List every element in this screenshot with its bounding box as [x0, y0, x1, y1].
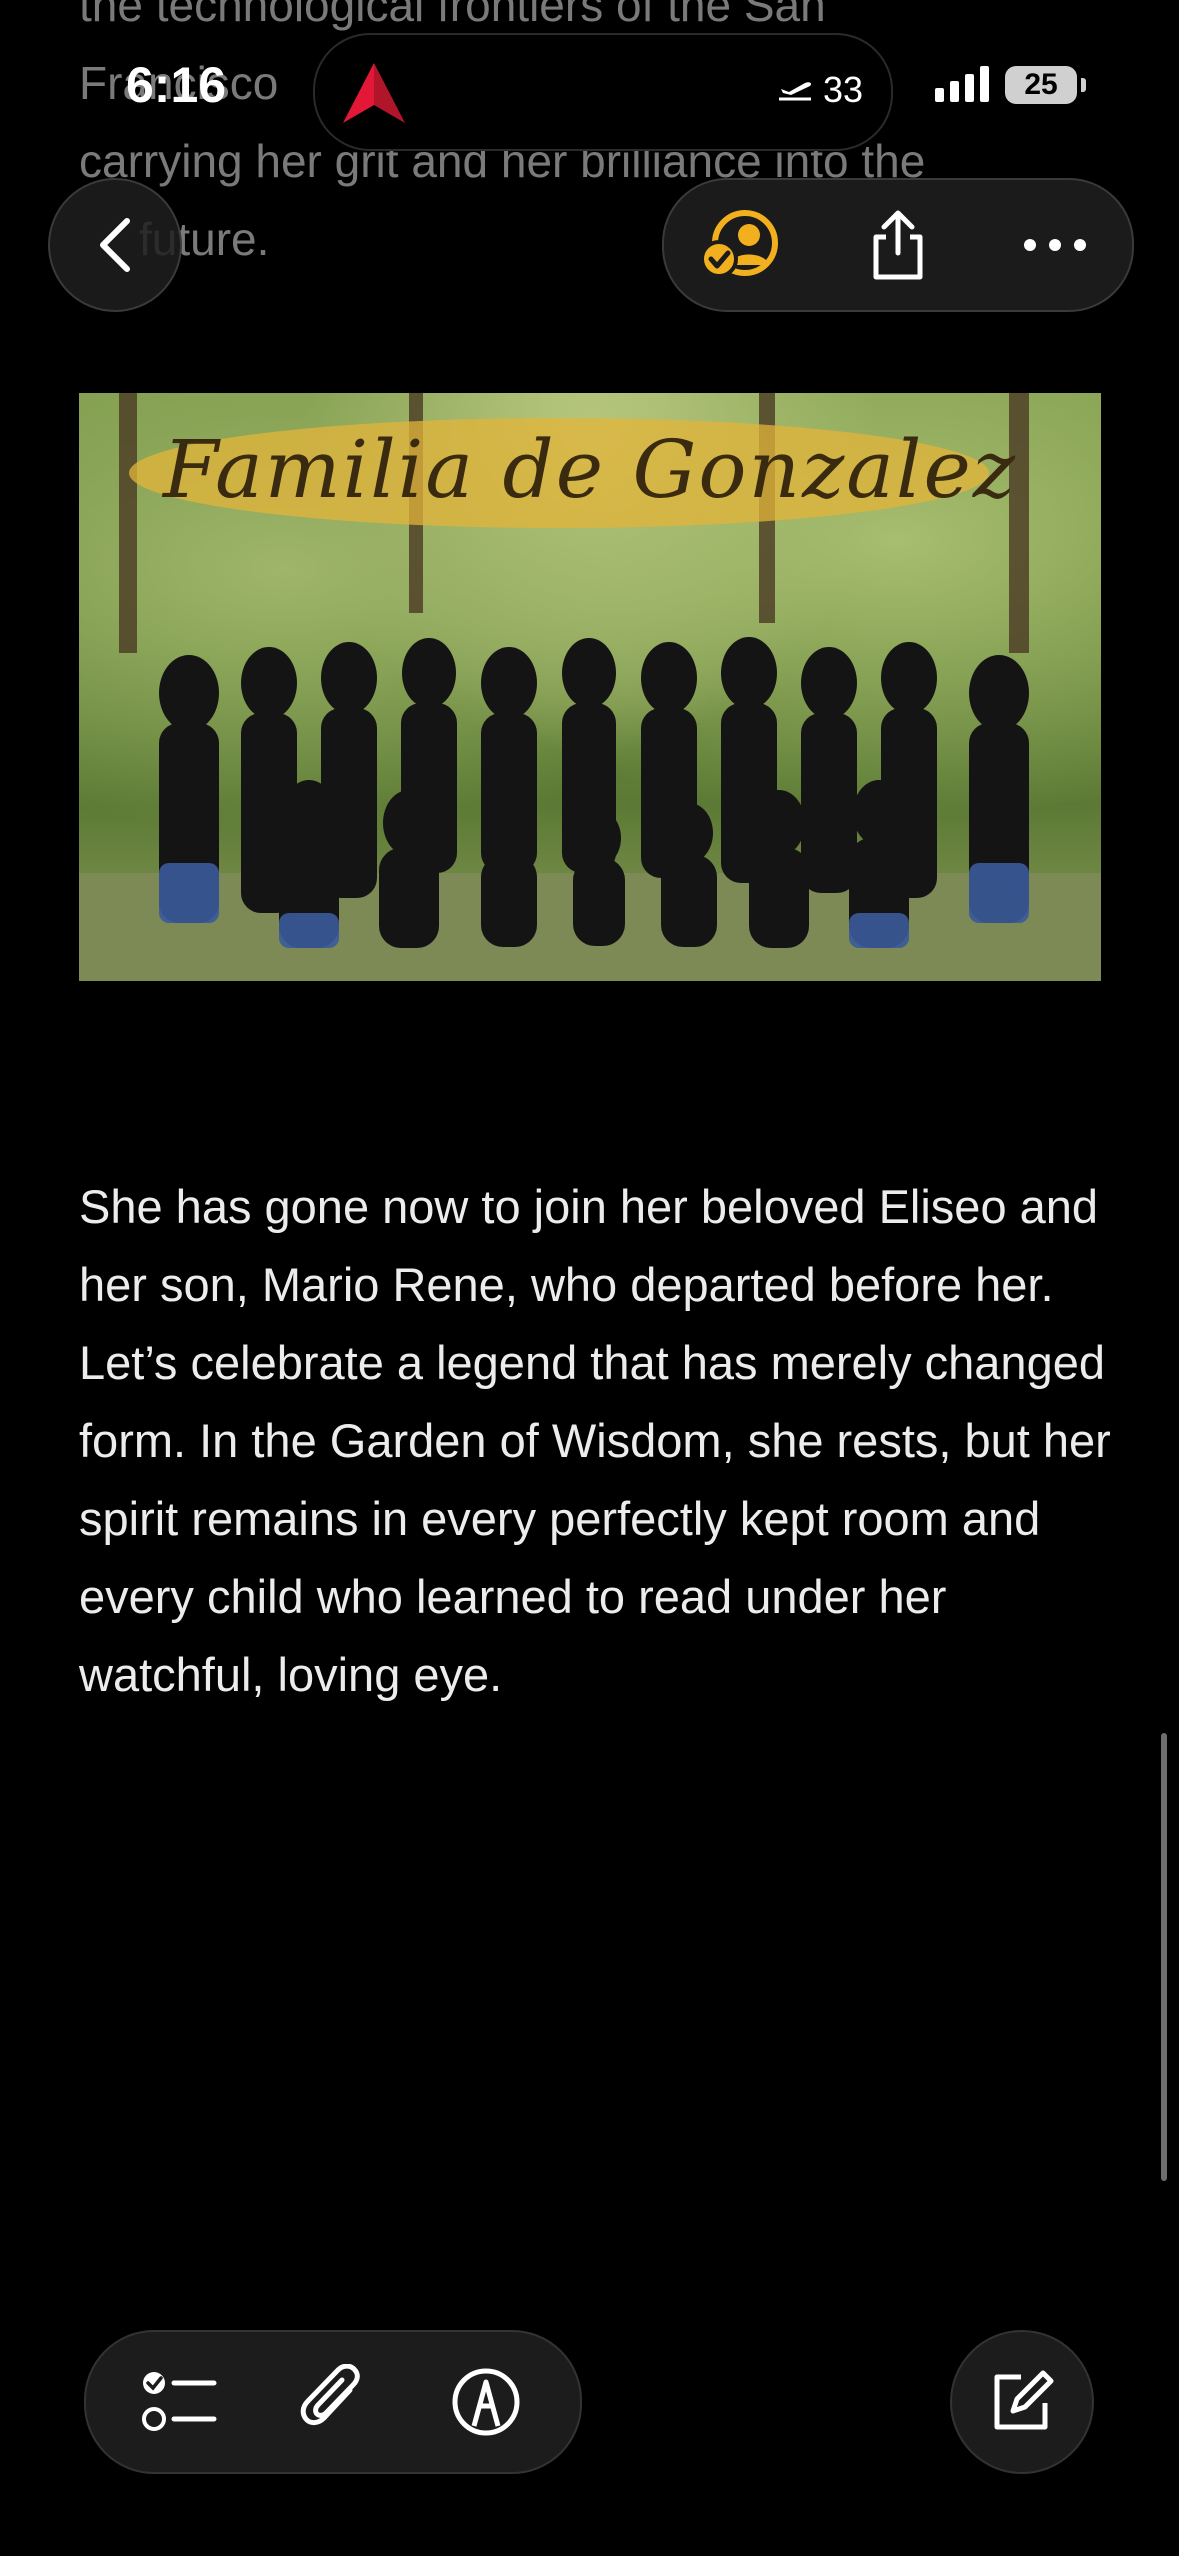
share-icon [873, 210, 923, 280]
collaborate-button[interactable] [676, 180, 806, 310]
markup-pen-icon [452, 2368, 520, 2436]
family-photo[interactable]: Familia de Gonzalez [79, 393, 1101, 981]
checklist-icon [142, 2372, 217, 2431]
paperclip-icon [300, 2364, 360, 2426]
battery-nub [1081, 78, 1086, 92]
compose-button[interactable] [950, 2330, 1094, 2474]
attachment-button[interactable] [263, 2332, 403, 2472]
status-time: 6:16 [126, 57, 227, 113]
battery-icon: 25 [1005, 66, 1077, 104]
airplane-takeoff-icon [778, 82, 812, 101]
checklist-button[interactable] [110, 2332, 250, 2472]
flight-indicator: 33 [775, 69, 863, 111]
delta-logo-icon [343, 63, 405, 123]
compose-icon [994, 2370, 1054, 2430]
chevron-left-icon [100, 218, 130, 272]
more-button[interactable] [990, 180, 1120, 310]
cellular-signal-icon [935, 66, 989, 102]
markup-button[interactable] [416, 2332, 556, 2472]
note-actions-toolbar [662, 178, 1134, 312]
back-button[interactable] [48, 178, 182, 312]
person-checkmark-icon [700, 210, 778, 278]
scrollbar[interactable] [1161, 1733, 1167, 2181]
bottom-toolbar [84, 2330, 582, 2474]
battery-level: 25 [1024, 68, 1058, 101]
share-button[interactable] [833, 180, 963, 310]
dynamic-island[interactable]: 33 [313, 33, 893, 151]
note-paragraph[interactable]: She has gone now to join her beloved Eli… [79, 1168, 1119, 1714]
photo-caption: Familia de Gonzalez [162, 423, 1017, 516]
ellipsis-icon [1024, 239, 1086, 251]
flight-count: 33 [822, 69, 863, 110]
